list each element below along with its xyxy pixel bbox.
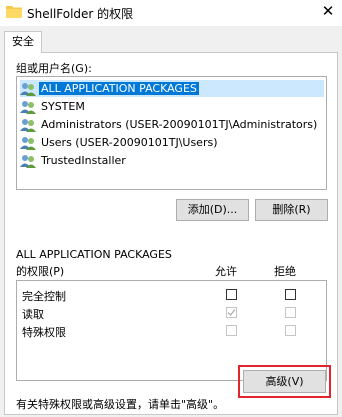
permissions-label-line1: ALL APPLICATION PACKAGES bbox=[16, 248, 172, 261]
deny-checkbox[interactable] bbox=[285, 307, 296, 318]
close-icon: ✕ bbox=[321, 2, 335, 20]
title-bar: ShellFolder 的权限 ✕ bbox=[0, 0, 342, 26]
security-tab-panel: 组或用户名(G): ALL APPLICATION PACKAGES SYSTE… bbox=[4, 52, 338, 415]
permissions-label-line2: 的权限(P) bbox=[16, 265, 65, 278]
list-item-label: TrustedInstaller bbox=[41, 154, 126, 167]
list-item[interactable]: TrustedInstaller bbox=[20, 152, 324, 169]
group-users-icon bbox=[20, 118, 36, 132]
list-item-label: ALL APPLICATION PACKAGES bbox=[39, 82, 199, 95]
allow-checkbox[interactable] bbox=[226, 307, 237, 318]
close-button[interactable]: ✕ bbox=[314, 0, 342, 24]
tab-security[interactable]: 安全 bbox=[4, 31, 42, 53]
folder-icon bbox=[6, 6, 22, 18]
permission-row: 特殊权限 bbox=[17, 322, 326, 339]
list-item[interactable]: SYSTEM bbox=[20, 98, 324, 115]
list-item-label: SYSTEM bbox=[41, 100, 85, 113]
group-users-icon bbox=[20, 100, 36, 114]
list-item-label: Administrators (USER-20090101TJ\Administ… bbox=[41, 118, 318, 131]
permission-row: 读取 bbox=[17, 304, 326, 321]
list-item[interactable]: Administrators (USER-20090101TJ\Administ… bbox=[20, 116, 324, 133]
users-list-label: 组或用户名(G): bbox=[16, 62, 92, 75]
group-users-icon bbox=[20, 154, 36, 168]
permissions-dialog: ShellFolder 的权限 ✕ 安全 组或用户名(G): ALL APPLI… bbox=[0, 0, 342, 417]
dialog-body: 安全 组或用户名(G): ALL APPLICATION PACKAGES SY… bbox=[0, 26, 342, 417]
add-button[interactable]: 添加(D)... bbox=[176, 199, 249, 221]
deny-column-header: 拒绝 bbox=[274, 265, 296, 278]
list-item[interactable]: Users (USER-20090101TJ\Users) bbox=[20, 134, 324, 151]
list-item[interactable]: ALL APPLICATION PACKAGES bbox=[20, 80, 324, 97]
remove-button[interactable]: 删除(R) bbox=[255, 199, 328, 221]
group-users-icon bbox=[20, 82, 36, 96]
permission-name: 读取 bbox=[22, 308, 44, 321]
list-item-label: Users (USER-20090101TJ\Users) bbox=[41, 136, 218, 149]
deny-checkbox[interactable] bbox=[285, 325, 296, 336]
window-title: ShellFolder 的权限 bbox=[27, 7, 134, 21]
permission-name: 特殊权限 bbox=[22, 326, 66, 339]
deny-checkbox[interactable] bbox=[285, 289, 296, 300]
group-users-icon bbox=[20, 136, 36, 150]
users-listbox[interactable]: ALL APPLICATION PACKAGES SYSTEM Administ… bbox=[16, 76, 327, 190]
allow-checkbox[interactable] bbox=[226, 289, 237, 300]
permission-name: 完全控制 bbox=[22, 290, 66, 303]
advanced-button[interactable]: 高级(V) bbox=[243, 370, 326, 393]
advanced-hint-text: 有关特殊权限或高级设置，请单击"高级"。 bbox=[16, 398, 225, 411]
permission-row: 完全控制 bbox=[17, 286, 326, 303]
allow-column-header: 允许 bbox=[215, 265, 237, 278]
checkmark-icon bbox=[227, 309, 236, 316]
allow-checkbox[interactable] bbox=[226, 325, 237, 336]
